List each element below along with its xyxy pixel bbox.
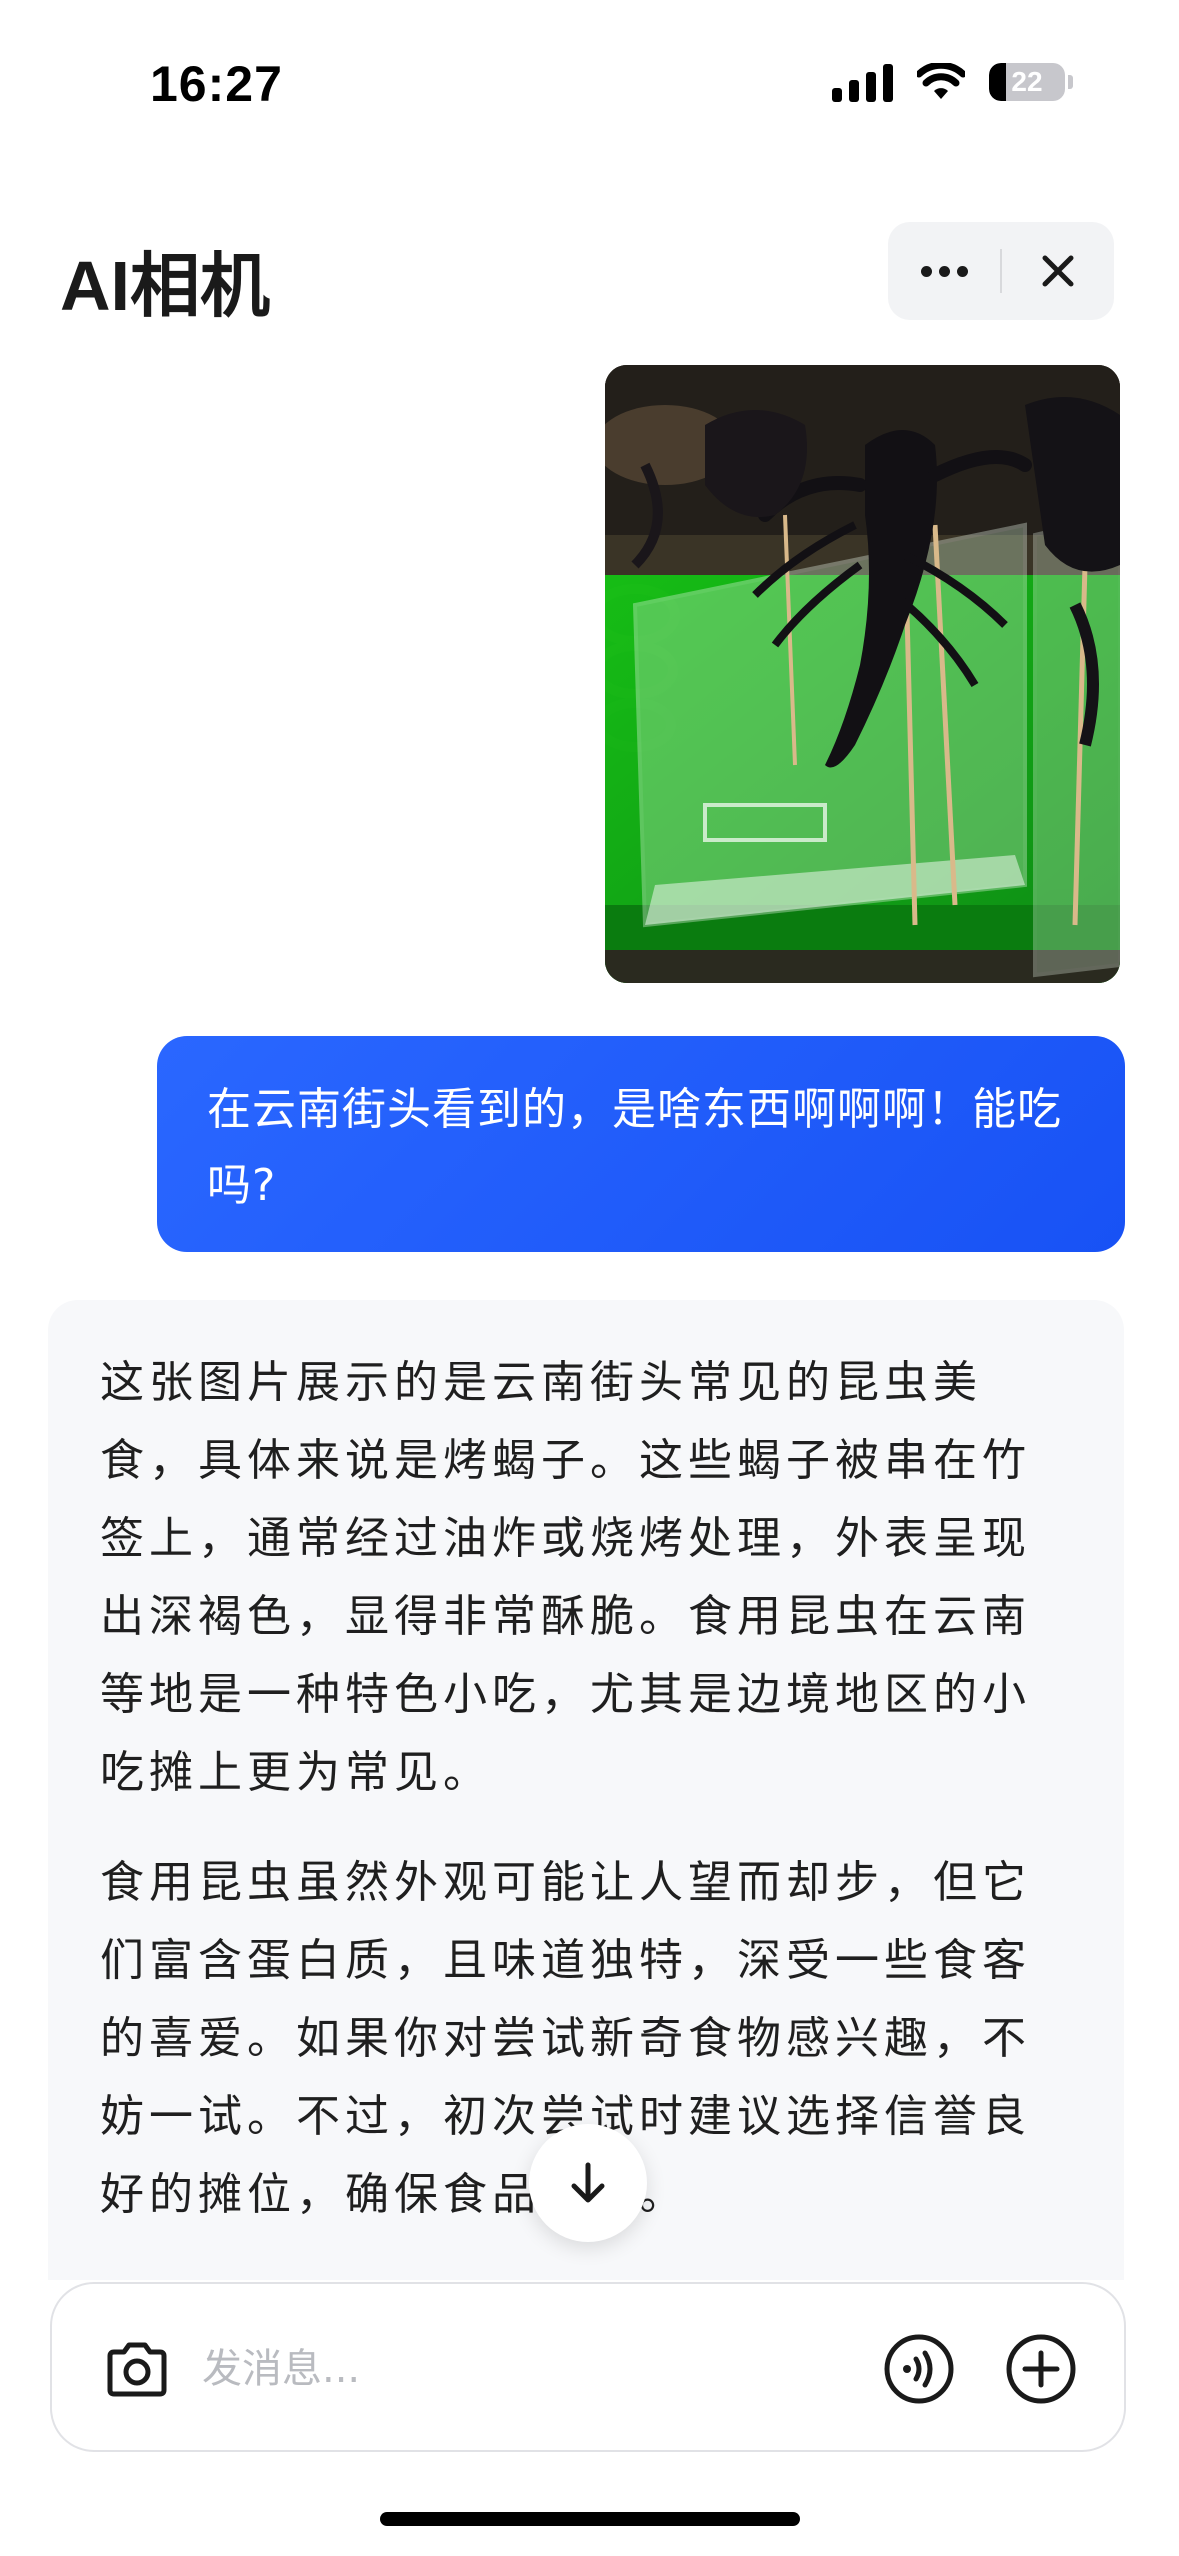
status-icons: 22: [832, 62, 1073, 102]
camera-icon: [107, 2342, 167, 2397]
battery-percent: 22: [1011, 66, 1043, 97]
message-input[interactable]: [202, 2334, 842, 2404]
mini-program-capsule: [888, 222, 1114, 320]
signal-icon: [832, 62, 893, 102]
message-input-bar: [50, 2282, 1126, 2452]
header: AI相机: [0, 200, 1179, 340]
page-title: AI相机: [60, 247, 270, 325]
more-dots-icon: [920, 265, 968, 277]
ai-paragraph-1: 这张图片展示的是云南街头常见的昆虫美食，具体来说是烤蝎子。这些蝎子被串在竹签上，…: [100, 1357, 1031, 1798]
status-bar: 16:27 22: [0, 0, 1179, 170]
scorpion-photo-illustration: [605, 365, 1120, 983]
scroll-to-bottom-button[interactable]: [529, 2124, 647, 2242]
wifi-icon: [917, 63, 965, 99]
user-photo[interactable]: [605, 365, 1120, 983]
home-indicator[interactable]: [380, 2512, 800, 2526]
camera-button[interactable]: [102, 2334, 172, 2404]
battery-icon: 22: [989, 63, 1073, 101]
arrow-down-icon: [571, 2162, 605, 2203]
add-button[interactable]: [1004, 2332, 1078, 2406]
voice-call-icon: [884, 2334, 954, 2404]
plus-circle-icon: [1006, 2334, 1076, 2404]
battery-nub: [1068, 75, 1073, 89]
ai-camera-chat-screen: 16:27 22 AI相机 在云南街头看到的，是啥东西啊啊啊！能吃吗? 这张图片…: [0, 0, 1179, 2556]
close-icon: [1042, 255, 1074, 287]
battery-body: 22: [989, 63, 1065, 101]
status-time: 16:27: [150, 56, 283, 112]
user-message-bubble[interactable]: 在云南街头看到的，是啥东西啊啊啊！能吃吗?: [157, 1036, 1125, 1252]
voice-call-button[interactable]: [882, 2332, 956, 2406]
more-button[interactable]: [888, 222, 1000, 320]
close-button[interactable]: [1002, 222, 1114, 320]
